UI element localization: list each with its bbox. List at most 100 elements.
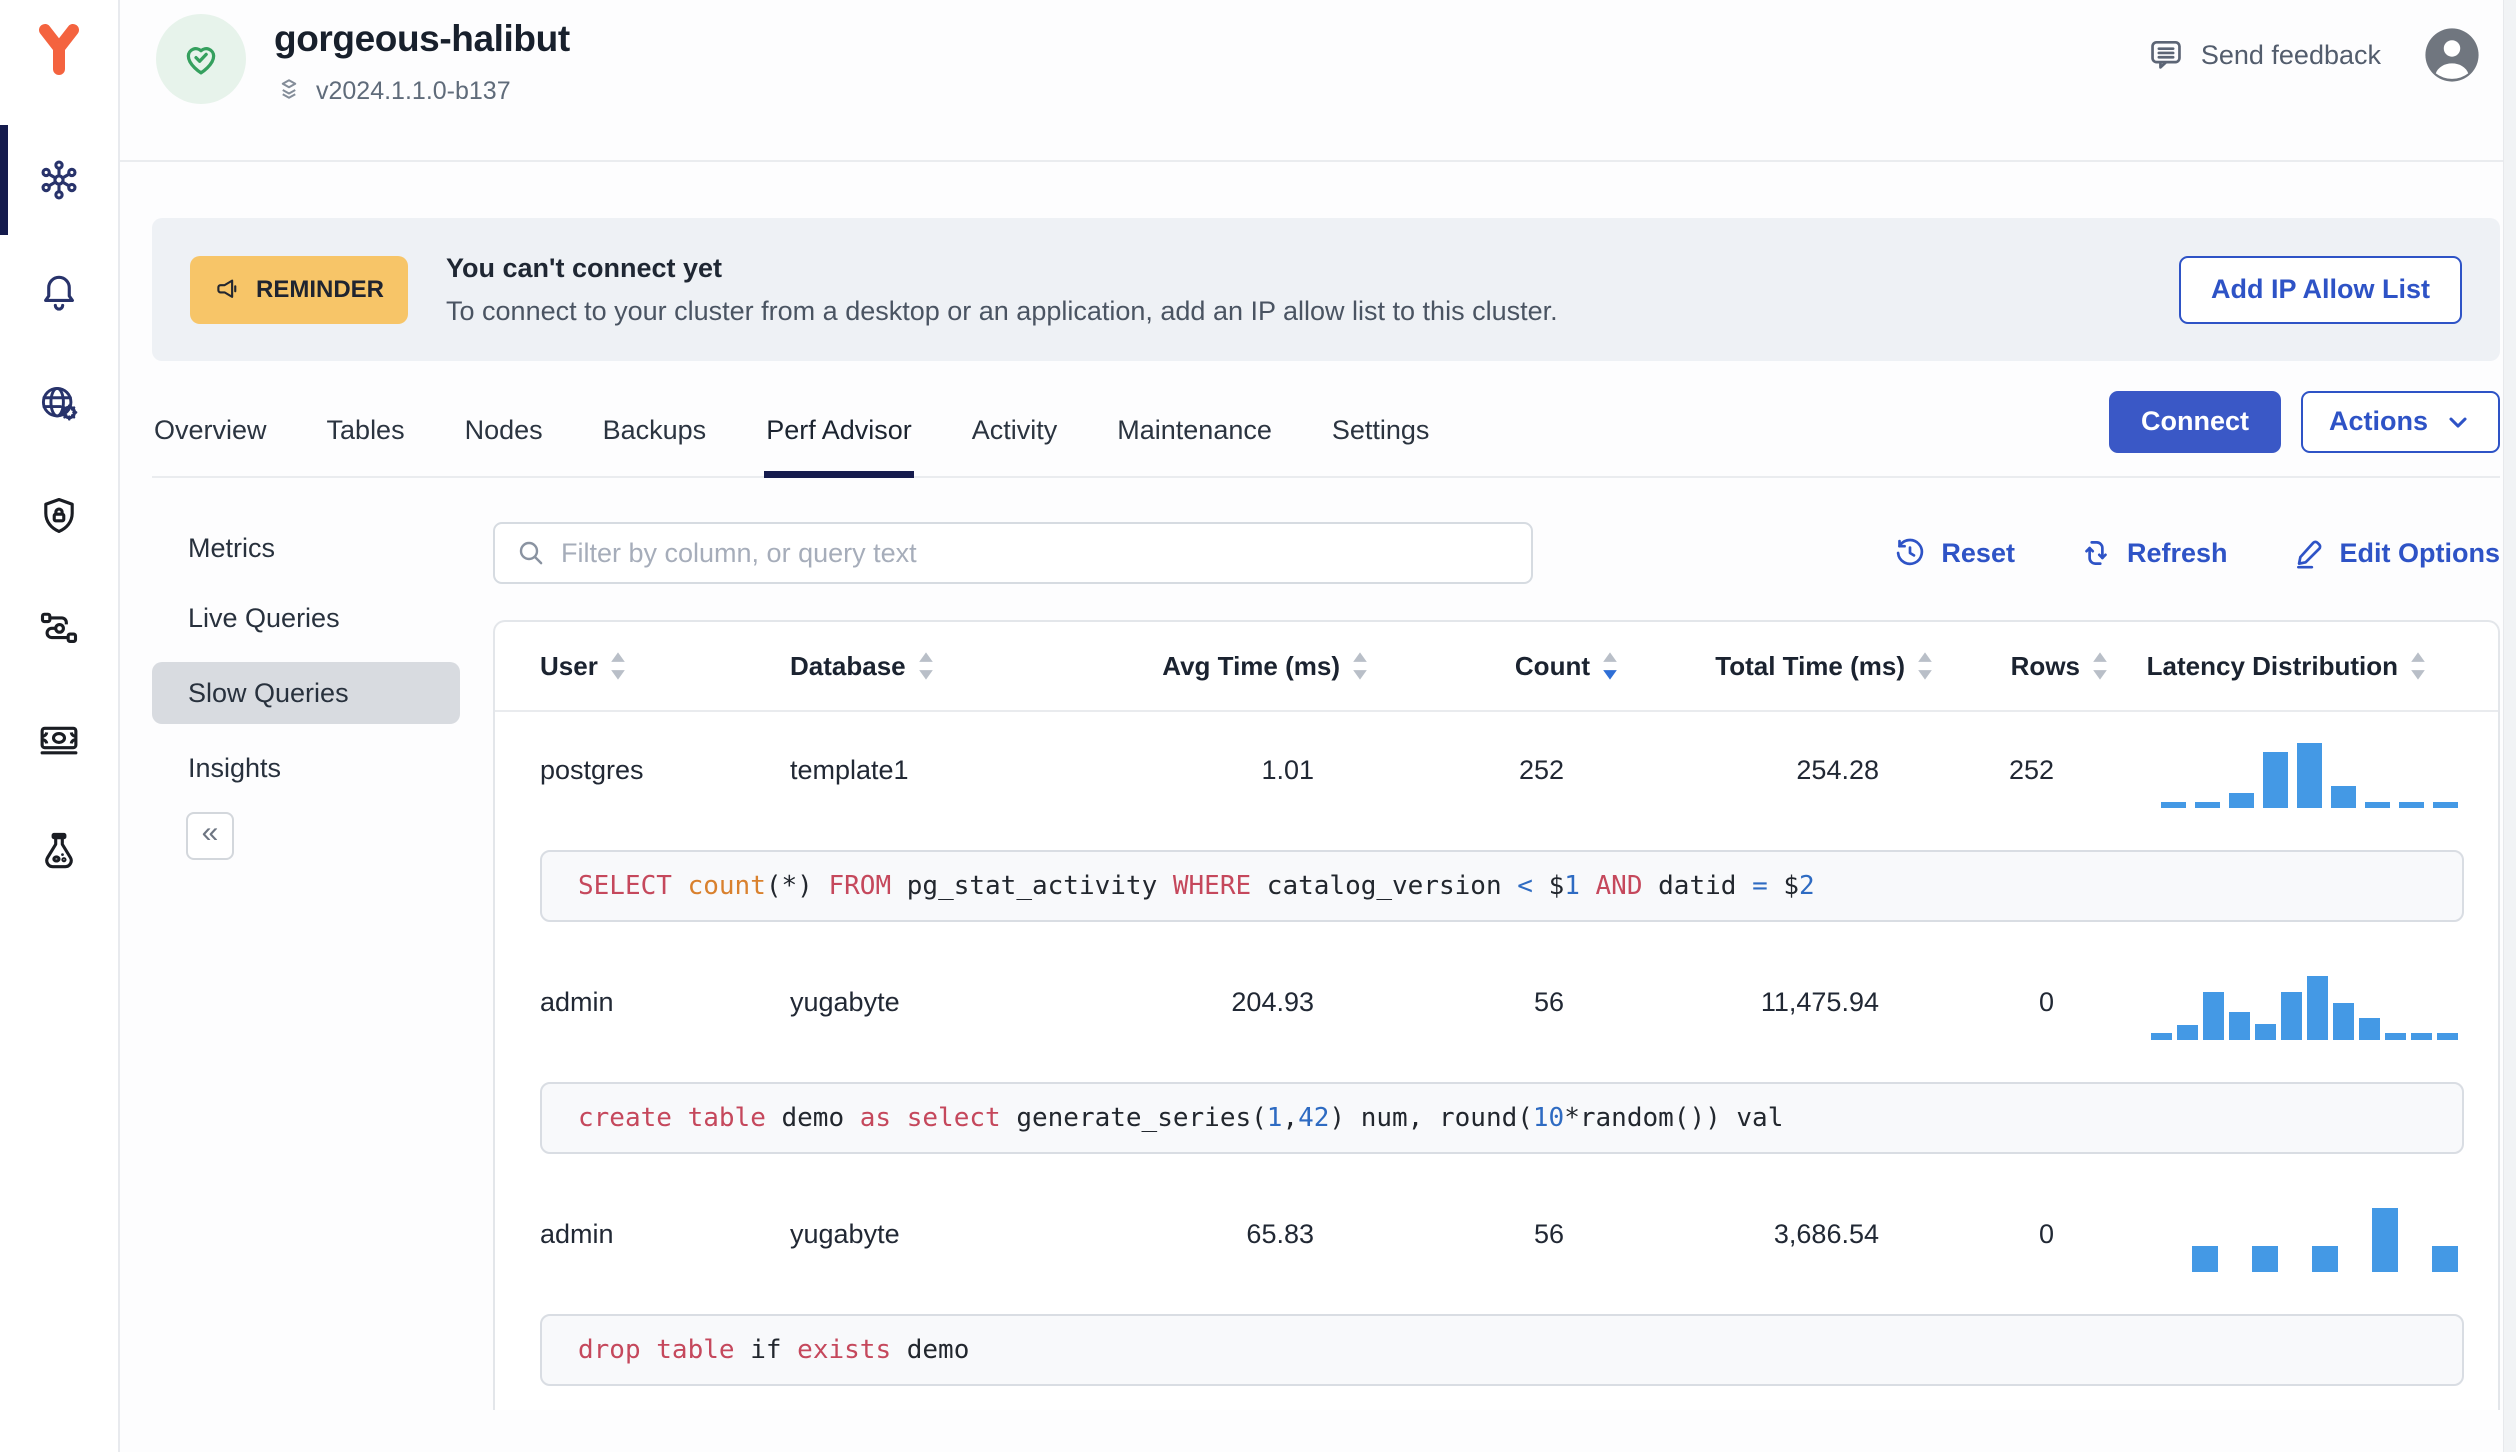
tab-activity[interactable]: Activity: [970, 379, 1060, 476]
column-header-user[interactable]: User: [495, 651, 790, 682]
sql-token-pl: pg_stat_activity: [906, 871, 1173, 901]
sort-icon[interactable]: [608, 651, 628, 681]
histogram-bar: [2252, 1246, 2278, 1272]
edit-options-label: Edit Options: [2339, 537, 2500, 568]
cell-database: yugabyte: [790, 986, 900, 1017]
table-row[interactable]: postgres template1 1.01 252 254.28 252: [495, 712, 2498, 828]
collapse-sidebar-button[interactable]: «: [186, 812, 234, 860]
cell-user: admin: [540, 1218, 614, 1249]
histogram-bar: [2437, 1033, 2458, 1040]
sql-token-pl: (: [765, 871, 782, 901]
refresh-button[interactable]: Refresh: [2079, 536, 2228, 570]
sql-token-kw: table: [656, 1335, 751, 1365]
sql-token-kw: drop: [578, 1335, 657, 1365]
cluster-version: v2024.1.1.0-b137: [316, 76, 511, 105]
column-header-rows[interactable]: Rows: [1935, 651, 2110, 682]
histogram-bar: [2365, 802, 2390, 808]
subnav-item-metrics[interactable]: Metrics: [152, 522, 460, 574]
column-label: Avg Time (ms): [1162, 650, 1340, 681]
sql-token-pl: *: [781, 871, 798, 901]
cell-user: postgres: [540, 754, 644, 785]
column-label: Database: [790, 650, 906, 681]
column-label: User: [540, 650, 598, 681]
query-text[interactable]: create table demo as select generate_ser…: [540, 1082, 2464, 1154]
cluster-icon: [41, 160, 77, 200]
filter-input[interactable]: [561, 537, 1511, 569]
banner-title: You can't connect yet: [446, 252, 722, 283]
add-ip-allow-list-button[interactable]: Add IP Allow List: [2178, 255, 2462, 324]
actions-button[interactable]: Actions: [2300, 390, 2500, 453]
sql-token-kw: FROM: [828, 871, 907, 901]
sql-token-pl: if: [750, 1335, 798, 1365]
sidebar-item-alerts[interactable]: [0, 270, 119, 314]
cell-count: 56: [1533, 986, 1564, 1017]
cell-user: admin: [540, 986, 614, 1017]
tab-settings[interactable]: Settings: [1330, 379, 1432, 476]
scrollbar-track[interactable]: [2503, 0, 2516, 1452]
histogram-bar: [2151, 1033, 2172, 1040]
latency-histogram: [2110, 958, 2498, 1040]
globe-gear-icon: [41, 386, 78, 421]
column-header-latency-distribution[interactable]: Latency Distribution: [2110, 651, 2498, 682]
cell-total-time: 3,686.54: [1773, 1218, 1879, 1249]
histogram-bar: [2359, 1018, 2380, 1040]
cluster-header: gorgeous-halibut v2024.1.1.0-b137 Send f…: [120, 0, 2516, 162]
cell-avg-time: 65.83: [1246, 1218, 1314, 1249]
histogram-bar: [2297, 743, 2322, 808]
send-feedback-button[interactable]: Send feedback: [2147, 36, 2381, 74]
tab-maintenance[interactable]: Maintenance: [1115, 379, 1274, 476]
column-header-total-time-ms-[interactable]: Total Time (ms): [1620, 651, 1935, 682]
sql-token-pl: demo: [906, 1335, 970, 1365]
connect-reminder-banner: REMINDER You can't connect yet To connec…: [152, 218, 2500, 361]
reset-button[interactable]: Reset: [1893, 536, 2015, 570]
subnav-item-live-queries[interactable]: Live Queries: [152, 592, 460, 644]
edit-options-button[interactable]: Edit Options: [2292, 536, 2500, 570]
sidebar-item-security[interactable]: [0, 494, 119, 538]
sort-icon[interactable]: [1600, 651, 1620, 681]
column-header-avg-time-ms-[interactable]: Avg Time (ms): [1120, 651, 1370, 682]
histogram-bar: [2229, 1012, 2250, 1040]
sort-icon[interactable]: [1350, 651, 1370, 681]
sql-token-kw: as: [859, 1103, 907, 1133]
shield-lock-icon: [44, 497, 74, 533]
query-text[interactable]: SELECT count(*) FROM pg_stat_activity WH…: [540, 850, 2464, 922]
histogram-bar: [2263, 752, 2288, 808]
sort-icon[interactable]: [2408, 651, 2428, 681]
sort-icon[interactable]: [2090, 651, 2110, 681]
sidebar-item-clusters[interactable]: [0, 125, 119, 235]
histogram-bar: [2331, 786, 2356, 808]
refresh-label: Refresh: [2126, 537, 2228, 568]
sidebar-item-labs[interactable]: [0, 830, 119, 874]
filter-field[interactable]: [493, 522, 1533, 584]
histogram-bar: [2177, 1025, 2198, 1040]
bell-icon: [44, 275, 74, 311]
sort-icon[interactable]: [916, 651, 936, 681]
tab-perf-advisor[interactable]: Perf Advisor: [764, 379, 914, 478]
chevron-down-icon: [2449, 417, 2467, 428]
tab-tables[interactable]: Tables: [325, 379, 407, 476]
query-text[interactable]: drop table if exists demo: [540, 1314, 2464, 1386]
column-header-count[interactable]: Count: [1370, 651, 1620, 682]
latency-histogram: [2110, 726, 2498, 808]
tab-nodes[interactable]: Nodes: [463, 379, 545, 476]
column-header-database[interactable]: Database: [790, 651, 1120, 682]
sql-token-kw: table: [687, 1103, 782, 1133]
connect-button[interactable]: Connect: [2108, 390, 2281, 453]
sidebar-item-network[interactable]: [0, 382, 119, 426]
sidebar-item-billing[interactable]: [0, 718, 119, 762]
table-row[interactable]: admin yugabyte 204.93 56 11,475.94 0: [495, 944, 2498, 1060]
sql-token-kw: select: [906, 1103, 1017, 1133]
table-row[interactable]: admin yugabyte 65.83 56 3,686.54 0: [495, 1176, 2498, 1292]
tab-backups[interactable]: Backups: [601, 379, 709, 476]
sort-icon[interactable]: [1915, 651, 1935, 681]
subnav-item-insights[interactable]: Insights: [152, 742, 460, 794]
sql-token-pl: $: [1548, 871, 1565, 901]
sidebar-item-integrations[interactable]: [0, 606, 119, 650]
user-avatar[interactable]: [2423, 26, 2481, 84]
histogram-bar: [2195, 802, 2220, 808]
tab-overview[interactable]: Overview: [152, 379, 269, 476]
cell-database: yugabyte: [790, 1218, 900, 1249]
yugabyte-logo[interactable]: [0, 0, 118, 96]
sql-token-pl: ) num, round(: [1329, 1103, 1533, 1133]
subnav-item-slow-queries[interactable]: Slow Queries: [152, 662, 460, 724]
